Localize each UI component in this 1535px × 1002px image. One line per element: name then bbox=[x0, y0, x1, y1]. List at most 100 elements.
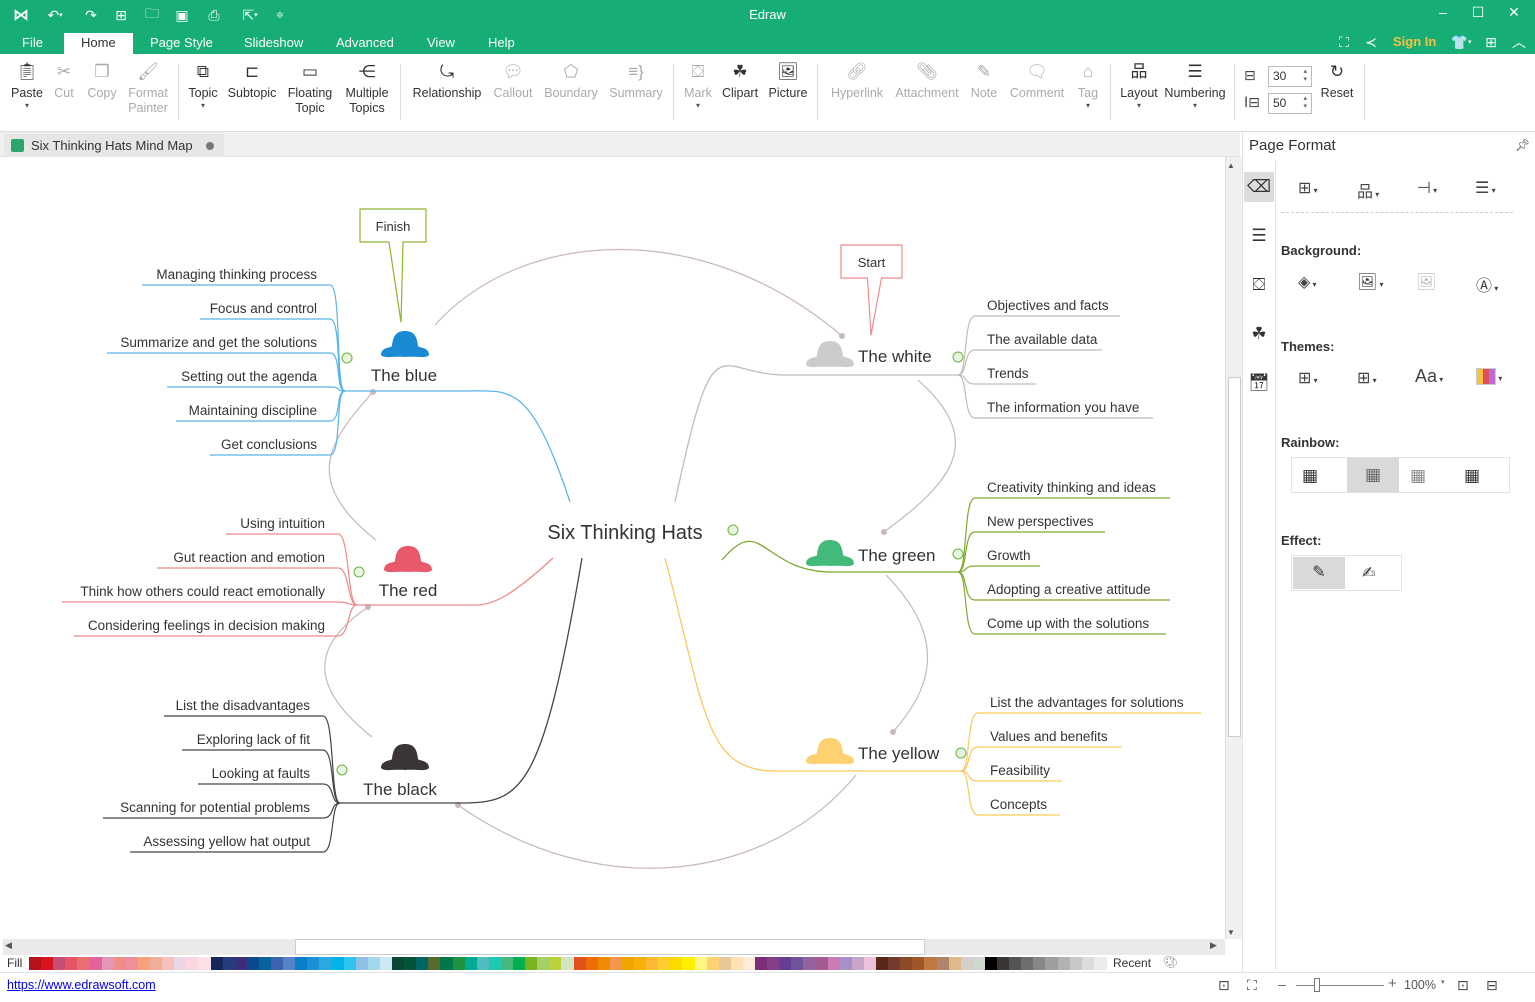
color-swatch[interactable] bbox=[513, 957, 526, 970]
color-swatch[interactable] bbox=[791, 957, 805, 970]
hat-label[interactable]: The white bbox=[858, 347, 932, 366]
subtopic[interactable]: Summarize and get the solutions bbox=[120, 335, 317, 350]
collapse-icon[interactable] bbox=[952, 351, 964, 363]
tab-help[interactable]: Help bbox=[488, 33, 515, 54]
vertical-scroll-thumb[interactable] bbox=[1228, 377, 1241, 737]
color-swatch[interactable] bbox=[29, 957, 42, 970]
collapse-icon[interactable] bbox=[955, 747, 967, 759]
zoom-level[interactable]: 100% bbox=[1404, 978, 1436, 992]
color-swatch[interactable] bbox=[1045, 957, 1059, 970]
page-format-tab-brush-icon[interactable]: ⌫ bbox=[1244, 172, 1274, 202]
color-swatch[interactable] bbox=[1093, 957, 1107, 970]
apps-icon[interactable]: ⊞ bbox=[1482, 33, 1500, 51]
subtopic[interactable]: Maintaining discipline bbox=[189, 403, 317, 418]
clipart-panel-icon[interactable]: ☘ bbox=[1244, 319, 1274, 349]
color-swatch[interactable] bbox=[549, 957, 563, 970]
rainbow-option-4[interactable]: ▦ bbox=[1464, 466, 1480, 486]
watermark-icon[interactable]: Ⓐ ▾ bbox=[1476, 272, 1498, 296]
rainbow-option-2-selected[interactable]: ▦ bbox=[1347, 458, 1399, 492]
org-layout-icon[interactable]: 品 ▾ bbox=[1357, 178, 1379, 202]
palette-picker-icon[interactable]: 🎨︎ bbox=[1163, 955, 1178, 969]
share-icon[interactable]: ≺ bbox=[1362, 33, 1380, 51]
color-swatch[interactable] bbox=[404, 957, 418, 970]
reset-button[interactable]: ↻ Reset bbox=[1318, 62, 1356, 101]
comment-button[interactable]: 🗨︎ Comment bbox=[1006, 62, 1068, 101]
color-swatch[interactable] bbox=[174, 957, 188, 970]
zoom-slider[interactable] bbox=[1296, 985, 1384, 986]
color-swatch[interactable] bbox=[924, 957, 938, 970]
color-swatch[interactable] bbox=[1081, 957, 1095, 970]
layout-button[interactable]: 品 Layout ▾ bbox=[1117, 62, 1161, 111]
color-swatch[interactable] bbox=[53, 957, 67, 970]
sign-in-link[interactable]: Sign In bbox=[1393, 34, 1436, 49]
subtopic[interactable]: Growth bbox=[987, 548, 1031, 563]
color-swatch[interactable] bbox=[271, 957, 284, 970]
fill-bucket-icon[interactable]: ◈ ▾ bbox=[1298, 272, 1317, 292]
color-swatch[interactable] bbox=[343, 957, 357, 970]
tag-button[interactable]: ⌂ Tag ▾ bbox=[1072, 62, 1104, 111]
color-swatch[interactable] bbox=[101, 957, 115, 970]
tab-advanced[interactable]: Advanced bbox=[336, 33, 394, 54]
clipart-button[interactable]: ☘ Clipart bbox=[720, 62, 760, 101]
unsaved-dot-icon[interactable] bbox=[206, 142, 214, 150]
vertical-scrollbar[interactable]: ▲ ▼ bbox=[1225, 157, 1242, 939]
color-swatch[interactable] bbox=[984, 957, 998, 970]
vertical-spacing-input[interactable]: 50 ▴ ▾ bbox=[1268, 93, 1312, 114]
color-swatch[interactable] bbox=[948, 957, 962, 970]
callout-start[interactable]: Start bbox=[840, 244, 903, 336]
picture-button[interactable]: 🖼︎ Picture bbox=[766, 62, 810, 101]
color-swatch[interactable] bbox=[476, 957, 490, 970]
color-swatch[interactable] bbox=[863, 957, 877, 970]
horizontal-scrollbar[interactable]: ◀ ▶ bbox=[3, 939, 1225, 955]
color-swatch[interactable] bbox=[960, 957, 974, 970]
theme-style-icon[interactable]: ⊞ ▾ bbox=[1357, 368, 1377, 388]
theme-layout-icon[interactable]: ⊞ ▾ bbox=[1298, 368, 1318, 388]
format-painter-button[interactable]: 🖌︎ Format Painter bbox=[124, 62, 172, 116]
close-button[interactable]: ✕ bbox=[1503, 4, 1525, 26]
color-swatch[interactable] bbox=[416, 957, 430, 970]
hat-label[interactable]: The red bbox=[379, 581, 438, 600]
subtopic[interactable]: Gut reaction and emotion bbox=[173, 550, 325, 565]
relationship-button[interactable]: ⤿ Relationship bbox=[410, 62, 484, 101]
collapse-icon[interactable] bbox=[353, 566, 365, 578]
color-swatch[interactable] bbox=[137, 957, 151, 970]
multiple-topics-button[interactable]: ⋲ Multiple Topics bbox=[340, 62, 394, 116]
zoom-dropdown-icon[interactable]: ▾ bbox=[1441, 978, 1445, 986]
color-swatch[interactable] bbox=[815, 957, 829, 970]
color-swatch[interactable] bbox=[113, 957, 127, 970]
color-swatch[interactable] bbox=[234, 957, 248, 970]
fit-width-icon[interactable]: ⊟ bbox=[1486, 977, 1498, 994]
theme-color-icon[interactable]: ▾ bbox=[1476, 368, 1502, 386]
tab-view[interactable]: View bbox=[427, 33, 455, 54]
color-swatch[interactable] bbox=[851, 957, 865, 970]
color-swatch[interactable] bbox=[573, 957, 587, 970]
subtopic[interactable]: Assessing yellow hat output bbox=[143, 834, 310, 849]
color-swatch[interactable] bbox=[186, 957, 200, 970]
subtopic[interactable]: Think how others could react emotionally bbox=[80, 584, 325, 599]
relationship-yellow-to-black[interactable] bbox=[457, 774, 857, 869]
color-swatch[interactable] bbox=[621, 957, 635, 970]
subtopic[interactable]: Setting out the agenda bbox=[181, 369, 317, 384]
subtopic[interactable]: Focus and control bbox=[210, 301, 317, 316]
color-swatch[interactable] bbox=[246, 957, 260, 970]
mindmap-canvas[interactable]: Six Thinking Hats Finish Start The blue Mana… bbox=[3, 157, 1225, 939]
color-swatch[interactable] bbox=[767, 957, 781, 970]
color-swatch[interactable] bbox=[65, 957, 79, 970]
note-button[interactable]: ✎ Note bbox=[966, 62, 1002, 101]
subtopic[interactable]: Considering feelings in decision making bbox=[88, 618, 325, 633]
color-swatch[interactable] bbox=[440, 957, 454, 970]
color-swatch[interactable] bbox=[609, 957, 623, 970]
color-swatch[interactable] bbox=[912, 957, 926, 970]
horizontal-spacing-input[interactable]: 30 ▴ ▾ bbox=[1268, 66, 1312, 87]
hat-label[interactable]: The black bbox=[363, 780, 437, 799]
color-swatch[interactable] bbox=[682, 957, 696, 970]
subtopic[interactable]: Get conclusions bbox=[221, 437, 317, 452]
color-swatch[interactable] bbox=[1033, 957, 1047, 970]
subtopic[interactable]: New perspectives bbox=[987, 514, 1094, 529]
connector-style-icon[interactable]: ⊣ ▾ bbox=[1417, 178, 1437, 198]
cut-button[interactable]: ✂ Cut bbox=[50, 62, 78, 101]
zoom-out-button[interactable]: – bbox=[1278, 976, 1286, 992]
color-swatch[interactable] bbox=[331, 957, 345, 970]
hyperlink-button[interactable]: 🔗︎ Hyperlink bbox=[828, 62, 886, 101]
tab-page-style[interactable]: Page Style bbox=[150, 33, 213, 54]
